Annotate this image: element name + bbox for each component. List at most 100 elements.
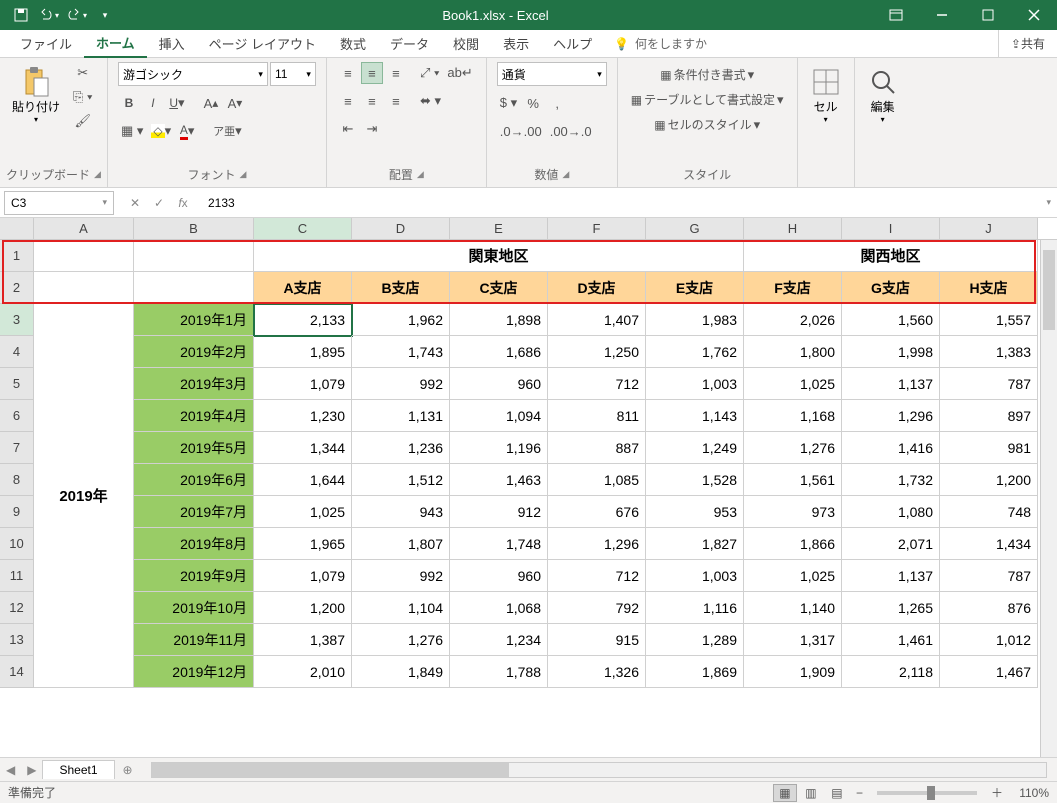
cell-F8[interactable]: 1,085 bbox=[548, 464, 646, 496]
expand-formula-icon[interactable]: ▾ bbox=[1040, 197, 1057, 208]
cell-I3[interactable]: 1,560 bbox=[842, 304, 940, 336]
cell-C11[interactable]: 1,079 bbox=[254, 560, 352, 592]
cell-E8[interactable]: 1,463 bbox=[450, 464, 548, 496]
cell-branch-0[interactable]: A支店 bbox=[254, 272, 352, 304]
tab-formulas[interactable]: 数式 bbox=[328, 30, 378, 58]
cell-month-12[interactable]: 2019年10月 bbox=[134, 592, 254, 624]
cell-E4[interactable]: 1,686 bbox=[450, 336, 548, 368]
cell-I11[interactable]: 1,137 bbox=[842, 560, 940, 592]
cell-D6[interactable]: 1,131 bbox=[352, 400, 450, 432]
tab-review[interactable]: 校閲 bbox=[441, 30, 491, 58]
cell-G14[interactable]: 1,869 bbox=[646, 656, 744, 688]
cell-D5[interactable]: 992 bbox=[352, 368, 450, 400]
save-icon[interactable] bbox=[8, 2, 34, 28]
align-middle-icon[interactable]: ≡ bbox=[361, 62, 383, 84]
cell-H12[interactable]: 1,140 bbox=[744, 592, 842, 624]
cell-G10[interactable]: 1,827 bbox=[646, 528, 744, 560]
cell-F12[interactable]: 792 bbox=[548, 592, 646, 624]
cell-G11[interactable]: 1,003 bbox=[646, 560, 744, 592]
cell-C8[interactable]: 1,644 bbox=[254, 464, 352, 496]
sheet-nav-prev-icon[interactable]: ◀ bbox=[0, 763, 21, 777]
cell-F11[interactable]: 712 bbox=[548, 560, 646, 592]
cell-month-11[interactable]: 2019年9月 bbox=[134, 560, 254, 592]
cell-I10[interactable]: 2,071 bbox=[842, 528, 940, 560]
row-header-5[interactable]: 5 bbox=[0, 368, 34, 400]
cell-styles-button[interactable]: ▦ セルのスタイル ▾ bbox=[628, 116, 787, 133]
maximize-icon[interactable] bbox=[965, 0, 1011, 30]
cells-button[interactable]: セル▾ bbox=[804, 62, 848, 128]
sheet-tab[interactable]: Sheet1 bbox=[42, 760, 114, 779]
cell-D12[interactable]: 1,104 bbox=[352, 592, 450, 624]
cell-E6[interactable]: 1,094 bbox=[450, 400, 548, 432]
row-header-3[interactable]: 3 bbox=[0, 304, 34, 336]
cell-C6[interactable]: 1,230 bbox=[254, 400, 352, 432]
cell-J3[interactable]: 1,557 bbox=[940, 304, 1038, 336]
zoom-value[interactable]: 110% bbox=[1009, 786, 1049, 800]
cell-E9[interactable]: 912 bbox=[450, 496, 548, 528]
cell-C9[interactable]: 1,025 bbox=[254, 496, 352, 528]
tab-home[interactable]: ホーム bbox=[84, 30, 147, 58]
cell-F10[interactable]: 1,296 bbox=[548, 528, 646, 560]
horizontal-scrollbar[interactable] bbox=[151, 762, 1047, 778]
redo-icon[interactable]: ▾ bbox=[64, 2, 90, 28]
cell-D9[interactable]: 943 bbox=[352, 496, 450, 528]
align-top-icon[interactable]: ≡ bbox=[337, 62, 359, 84]
cell-branch-4[interactable]: E支店 bbox=[646, 272, 744, 304]
cell-C14[interactable]: 2,010 bbox=[254, 656, 352, 688]
cell-I13[interactable]: 1,461 bbox=[842, 624, 940, 656]
cell-I12[interactable]: 1,265 bbox=[842, 592, 940, 624]
decrease-decimal-icon[interactable]: .00→.0 bbox=[547, 120, 595, 142]
italic-button[interactable]: I bbox=[142, 92, 164, 114]
cell-G6[interactable]: 1,143 bbox=[646, 400, 744, 432]
vscroll-thumb[interactable] bbox=[1043, 250, 1055, 330]
cell-I5[interactable]: 1,137 bbox=[842, 368, 940, 400]
cell-J6[interactable]: 897 bbox=[940, 400, 1038, 432]
cell-C3[interactable]: 2,133 bbox=[254, 304, 352, 336]
close-icon[interactable] bbox=[1011, 0, 1057, 30]
align-center-icon[interactable]: ≡ bbox=[361, 90, 383, 112]
orientation-icon[interactable]: ⤢ ▾ bbox=[417, 62, 442, 84]
cell-I14[interactable]: 2,118 bbox=[842, 656, 940, 688]
cell-I6[interactable]: 1,296 bbox=[842, 400, 940, 432]
decrease-indent-icon[interactable]: ⇤ bbox=[337, 118, 359, 140]
minimize-icon[interactable] bbox=[919, 0, 965, 30]
cell-A1[interactable] bbox=[34, 240, 134, 272]
cell-D4[interactable]: 1,743 bbox=[352, 336, 450, 368]
comma-icon[interactable]: , bbox=[546, 92, 568, 114]
cell-E13[interactable]: 1,234 bbox=[450, 624, 548, 656]
align-right-icon[interactable]: ≡ bbox=[385, 90, 407, 112]
formula-bar[interactable]: 2133 bbox=[200, 195, 1040, 210]
tab-data[interactable]: データ bbox=[378, 30, 441, 58]
cell-J11[interactable]: 787 bbox=[940, 560, 1038, 592]
enter-formula-icon[interactable]: ✓ bbox=[148, 196, 170, 210]
row-header-4[interactable]: 4 bbox=[0, 336, 34, 368]
cell-E14[interactable]: 1,788 bbox=[450, 656, 548, 688]
cell-E10[interactable]: 1,748 bbox=[450, 528, 548, 560]
cell-I8[interactable]: 1,732 bbox=[842, 464, 940, 496]
increase-decimal-icon[interactable]: .0→.00 bbox=[497, 120, 545, 142]
cell-G12[interactable]: 1,116 bbox=[646, 592, 744, 624]
vertical-scrollbar[interactable] bbox=[1040, 240, 1057, 757]
cell-G3[interactable]: 1,983 bbox=[646, 304, 744, 336]
cell-E3[interactable]: 1,898 bbox=[450, 304, 548, 336]
cell-month-7[interactable]: 2019年5月 bbox=[134, 432, 254, 464]
cell-D7[interactable]: 1,236 bbox=[352, 432, 450, 464]
col-header-C[interactable]: C bbox=[254, 218, 352, 239]
dialog-launcher-icon[interactable]: ◢ bbox=[562, 169, 569, 180]
cell-C4[interactable]: 1,895 bbox=[254, 336, 352, 368]
cell-D10[interactable]: 1,807 bbox=[352, 528, 450, 560]
zoom-in-icon[interactable]: ＋ bbox=[985, 784, 1009, 801]
cell-H5[interactable]: 1,025 bbox=[744, 368, 842, 400]
cell-H9[interactable]: 973 bbox=[744, 496, 842, 528]
row-header-13[interactable]: 13 bbox=[0, 624, 34, 656]
paste-button[interactable]: 貼り付け▾ bbox=[6, 62, 66, 128]
cell-branch-5[interactable]: F支店 bbox=[744, 272, 842, 304]
cell-G5[interactable]: 1,003 bbox=[646, 368, 744, 400]
copy-icon[interactable]: ⎘ ▾ bbox=[70, 86, 95, 108]
fill-color-icon[interactable]: ◇ ▾ bbox=[148, 120, 174, 142]
share-button[interactable]: ⇪ 共有 bbox=[998, 30, 1057, 58]
cell-C12[interactable]: 1,200 bbox=[254, 592, 352, 624]
cell-F3[interactable]: 1,407 bbox=[548, 304, 646, 336]
cell-region-kanto[interactable]: 関東地区 bbox=[254, 240, 744, 272]
cell-H7[interactable]: 1,276 bbox=[744, 432, 842, 464]
